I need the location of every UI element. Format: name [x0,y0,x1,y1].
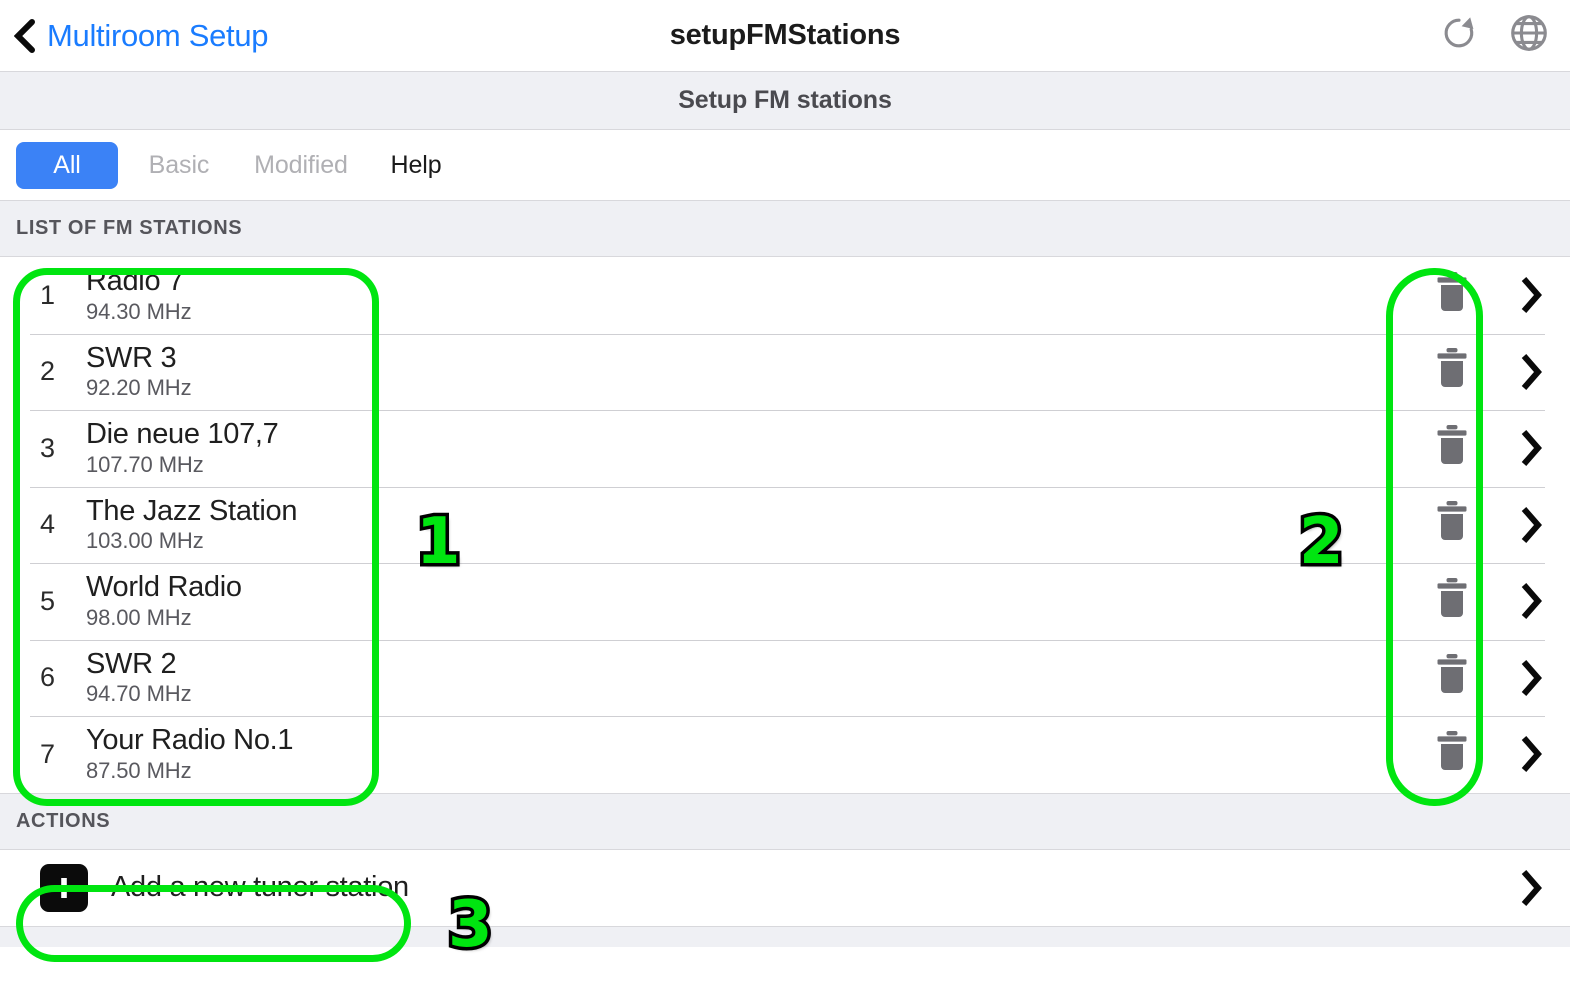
subheader-title: Setup FM stations [678,86,892,114]
navigation-bar: Multiroom Setup setupFMStations [0,0,1570,72]
refresh-icon [1440,14,1478,57]
station-frequency: 92.20 MHz [86,375,192,401]
station-text: World Radio 98.00 MHz [86,571,1404,630]
add-tuner-station-row[interactable]: Add a new tuner station [0,849,1570,927]
tab-bar: All Basic Modified Help [0,130,1570,200]
navbar-actions [1438,15,1550,57]
chevron-right-icon [1500,275,1570,315]
globe-button[interactable] [1508,15,1550,57]
delete-station-button[interactable] [1404,728,1500,781]
plus-icon [40,863,88,912]
station-index: 3 [40,432,55,463]
globe-icon [1508,12,1550,59]
station-index: 1 [40,279,55,310]
back-button-label: Multiroom Setup [47,17,269,53]
station-index: 4 [40,509,55,540]
delete-station-button[interactable] [1404,422,1500,475]
back-button[interactable]: Multiroom Setup [0,17,269,54]
tab-modified[interactable]: Modified [240,142,362,189]
add-tuner-station-label: Add a new tuner station [111,871,409,903]
station-name: SWR 2 [86,647,177,680]
station-name: Your Radio No.1 [86,724,294,757]
chevron-right-icon [1500,352,1570,392]
trash-icon [1431,498,1473,551]
station-frequency: 94.30 MHz [86,298,192,324]
section-header-stations: LIST OF FM STATIONS [0,200,1570,257]
station-name: Radio 7 [86,265,184,298]
chevron-right-icon [1500,581,1570,621]
table-row[interactable]: 1 Radio 7 94.30 MHz [0,257,1570,334]
chevron-right-icon [1500,658,1570,698]
table-row[interactable]: 2 SWR 3 92.20 MHz [0,333,1570,410]
trash-icon [1431,575,1473,628]
station-name: The Jazz Station [86,494,298,527]
station-index: 6 [40,662,55,693]
station-text: Your Radio No.1 87.50 MHz [86,724,1404,783]
chevron-right-icon [1500,734,1570,774]
table-row[interactable]: 7 Your Radio No.1 87.50 MHz [0,716,1570,793]
delete-station-button[interactable] [1404,269,1500,322]
tab-help[interactable]: Help [362,142,470,189]
refresh-button[interactable] [1438,15,1480,57]
table-row[interactable]: 5 World Radio 98.00 MHz [0,563,1570,640]
station-frequency: 107.70 MHz [86,451,204,477]
delete-station-button[interactable] [1404,345,1500,398]
delete-station-button[interactable] [1404,498,1500,551]
chevron-right-icon [1500,428,1570,468]
section-header-stations-label: LIST OF FM STATIONS [16,217,243,239]
chevron-right-icon [1500,505,1570,545]
tab-all[interactable]: All [16,141,118,189]
table-row[interactable]: 3 Die neue 107,7 107.70 MHz [0,410,1570,487]
app-root: Multiroom Setup setupFMStations Setup FM… [0,0,1570,982]
trash-icon [1431,345,1473,398]
chevron-left-icon [13,18,36,53]
trash-icon [1431,651,1473,704]
chevron-right-icon [1500,868,1570,908]
station-text: SWR 2 94.70 MHz [86,647,1404,707]
table-row[interactable]: 4 The Jazz Station 103.00 MHz [0,486,1570,563]
station-index: 7 [40,738,55,769]
tab-basic[interactable]: Basic [118,142,240,189]
station-text: Radio 7 94.30 MHz [86,265,1404,324]
station-index: 2 [40,356,55,387]
station-text: Die neue 107,7 107.70 MHz [86,418,1404,477]
bottom-strip [0,926,1570,947]
station-index: 5 [40,585,55,616]
delete-station-button[interactable] [1404,575,1500,628]
station-frequency: 94.70 MHz [86,681,192,707]
delete-station-button[interactable] [1404,651,1500,704]
trash-icon [1431,728,1473,781]
station-frequency: 103.00 MHz [86,528,204,554]
fm-station-list: 1 Radio 7 94.30 MHz 2 SWR 3 92.20 MHz 3 … [0,257,1570,793]
station-frequency: 87.50 MHz [86,757,192,783]
table-row[interactable]: 6 SWR 2 94.70 MHz [0,639,1570,716]
station-text: SWR 3 92.20 MHz [86,341,1404,401]
station-name: SWR 3 [86,341,177,374]
section-header-actions: ACTIONS [0,792,1570,850]
trash-icon [1431,269,1473,322]
station-frequency: 98.00 MHz [86,604,192,630]
station-name: Die neue 107,7 [86,418,279,451]
section-header-actions-label: ACTIONS [16,809,111,832]
subheader: Setup FM stations [0,72,1570,130]
station-name: World Radio [86,571,242,604]
station-text: The Jazz Station 103.00 MHz [86,494,1404,554]
trash-icon [1431,422,1473,475]
